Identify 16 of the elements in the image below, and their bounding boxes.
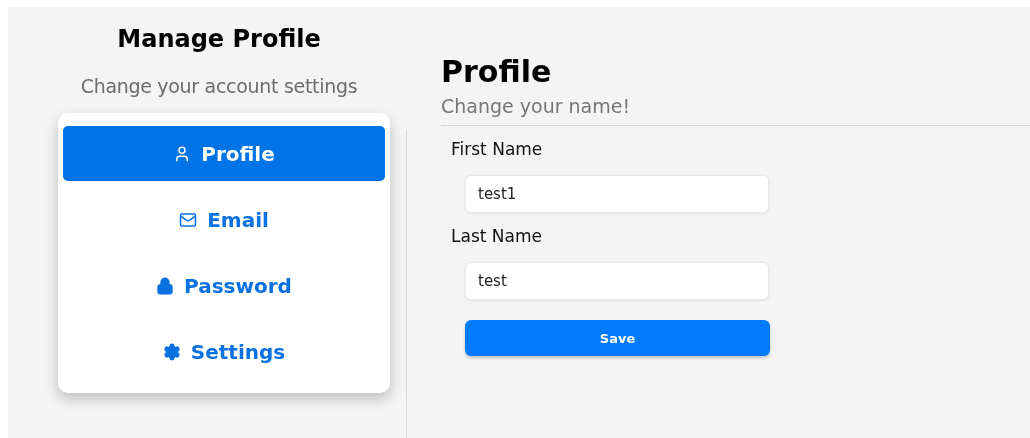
nav-item[interactable]: Settings: [63, 324, 385, 379]
sidebar-subtitle: Change your account settings: [80, 75, 358, 97]
text-field[interactable]: test1: [465, 175, 769, 213]
nav-item[interactable]: Profile: [63, 126, 385, 181]
text-field[interactable]: test: [465, 262, 769, 300]
field-label: Last Name: [451, 226, 543, 246]
mail-icon: [179, 210, 198, 229]
nav-item[interactable]: Email: [63, 192, 385, 247]
field-label: First Name: [451, 139, 544, 159]
settings-icon: [162, 342, 181, 361]
sidebar-title: Manage Profile: [117, 25, 321, 53]
page-subtitle: Change your name!: [441, 95, 632, 117]
nav-item[interactable]: Password: [63, 258, 385, 313]
page-title: Profile: [441, 54, 553, 89]
lock-icon: [156, 276, 175, 295]
save-button[interactable]: Save: [465, 320, 770, 356]
